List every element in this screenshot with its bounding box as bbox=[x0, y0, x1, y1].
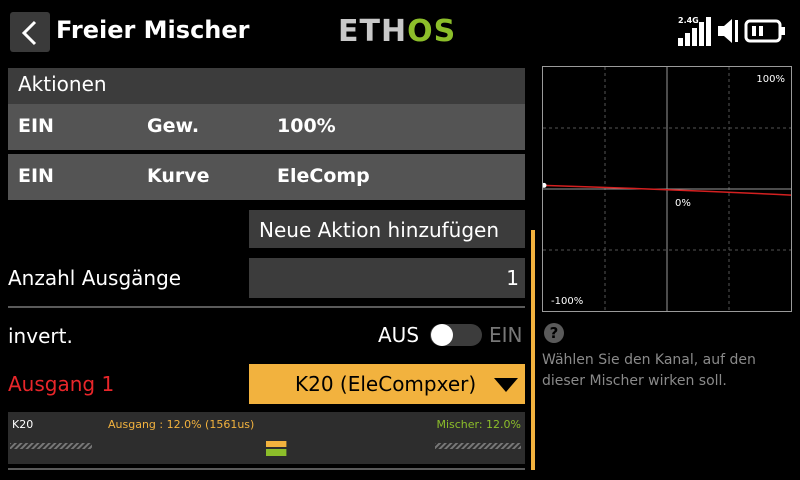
action-state: EIN bbox=[18, 165, 54, 187]
action-row-weight[interactable]: EIN Gew. 100% bbox=[8, 104, 525, 150]
chevron-left-icon bbox=[21, 20, 37, 46]
speaker-icon bbox=[718, 19, 738, 43]
toggle-on-label: EIN bbox=[489, 323, 523, 347]
invert-toggle[interactable]: AUS EIN bbox=[378, 321, 526, 351]
channel-monitor: K20 Ausgang : 12.0% (1561us) Mischer: 12… bbox=[8, 412, 525, 464]
invert-label: invert. bbox=[8, 324, 73, 348]
page-title: Freier Mischer bbox=[56, 16, 250, 44]
battery-icon bbox=[744, 19, 785, 43]
output-count-label: Anzahl Ausgänge bbox=[8, 266, 182, 290]
curve-graph-canvas: 100% 0% -100% bbox=[541, 67, 792, 311]
monitor-channel: K20 bbox=[12, 418, 34, 431]
action-value: 100% bbox=[277, 115, 336, 137]
action-value: EleComp bbox=[277, 165, 370, 187]
output-count-field[interactable]: 1 bbox=[249, 258, 525, 298]
ethos-logo: ETHOS bbox=[338, 14, 457, 49]
mixer-settings-panel: Aktionen EIN Gew. 100% EIN Kurve EleComp… bbox=[0, 62, 536, 480]
graph-mid-label: 0% bbox=[675, 198, 691, 209]
output-channel-value: K20 (EleCompxer) bbox=[295, 372, 477, 396]
graph-top-label: 100% bbox=[756, 74, 785, 85]
monitor-bar bbox=[10, 441, 521, 456]
divider-bottom bbox=[8, 468, 525, 470]
curve-graph: 100% 0% -100% bbox=[541, 66, 792, 312]
actions-section-header: Aktionen bbox=[8, 68, 525, 104]
monitor-output-value: Ausgang : 12.0% (1561us) bbox=[108, 418, 255, 431]
signal-band-label: 2.4G bbox=[678, 16, 699, 25]
status-icons: 2.4G bbox=[676, 16, 788, 46]
mixer-bar bbox=[266, 449, 287, 456]
output-bar bbox=[266, 441, 287, 447]
scrollbar[interactable] bbox=[531, 230, 535, 470]
dropdown-arrow-icon bbox=[494, 378, 518, 392]
toggle-switch[interactable] bbox=[428, 321, 484, 349]
graph-bottom-label: -100% bbox=[551, 296, 583, 307]
header-bar: Freier Mischer ETHOS 2.4G bbox=[0, 0, 800, 62]
output-1-label: Ausgang 1 bbox=[8, 372, 115, 396]
output-channel-dropdown[interactable]: K20 (EleCompxer) bbox=[249, 364, 525, 404]
action-type: Gew. bbox=[147, 115, 200, 137]
divider bbox=[8, 306, 525, 308]
help-text: Wählen Sie den Kanal, auf den dieser Mis… bbox=[542, 352, 756, 389]
curve-point bbox=[541, 182, 547, 188]
add-action-button[interactable]: Neue Aktion hinzufügen bbox=[249, 210, 525, 248]
monitor-mixer-value: Mischer: 12.0% bbox=[436, 418, 521, 431]
back-button[interactable] bbox=[10, 12, 50, 52]
toggle-off-label: AUS bbox=[378, 323, 420, 347]
action-row-curve[interactable]: EIN Kurve EleComp bbox=[8, 154, 525, 200]
action-state: EIN bbox=[18, 115, 54, 137]
action-type: Kurve bbox=[147, 165, 210, 187]
question-icon: ? bbox=[544, 323, 564, 343]
